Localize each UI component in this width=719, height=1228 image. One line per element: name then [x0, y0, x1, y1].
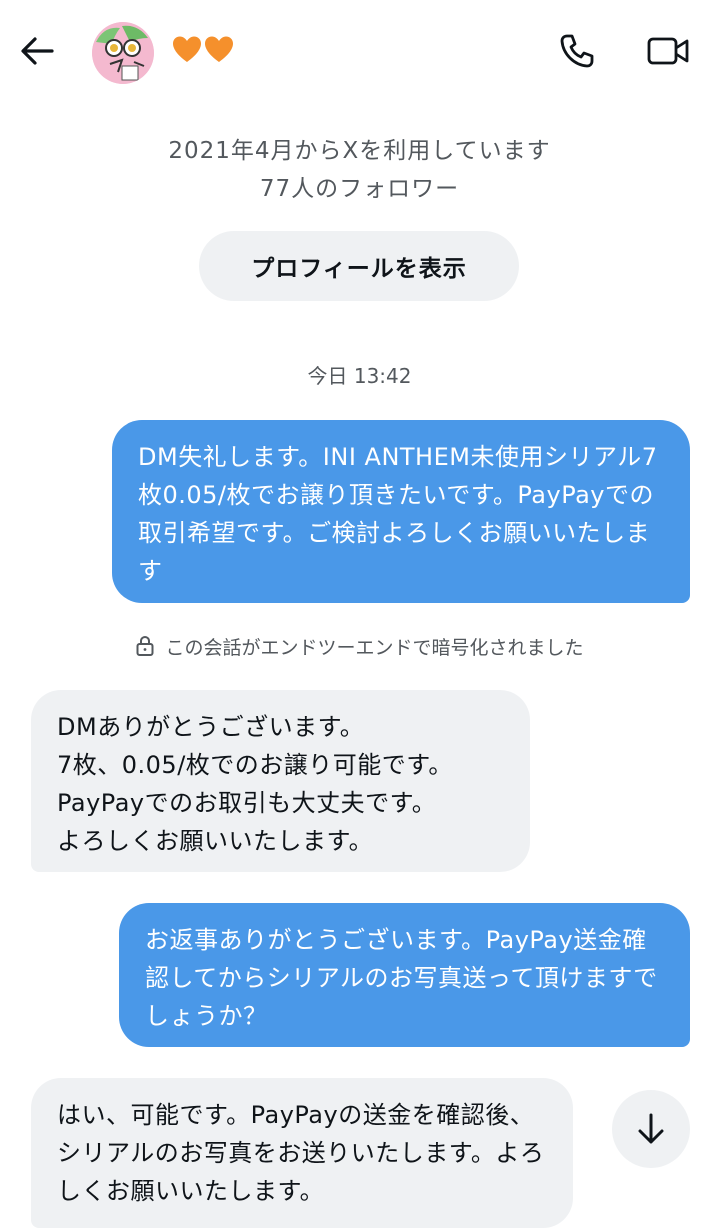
profile-avatar [92, 22, 154, 84]
profile-summary: 2021年4月からXを利用しています 77人のフォロワー [0, 132, 719, 208]
call-button[interactable] [552, 26, 602, 76]
message-timestamp: 今日 13:42 [307, 364, 412, 388]
video-call-button[interactable] [640, 26, 696, 76]
joined-date: 2021年4月からXを利用しています [168, 138, 551, 164]
orange-heart-icon [173, 36, 201, 62]
received-message[interactable]: DMありがとうございます。 7枚、0.05/枚でのお譲り可能です。 PayPay… [31, 690, 530, 872]
received-message[interactable]: はい、可能です。PayPayの送金を確認後、シリアルのお写真をお送りいたします。… [31, 1078, 573, 1228]
arrow-left-icon [21, 37, 54, 65]
back-button[interactable] [14, 28, 60, 74]
encryption-notice-text: この会話がエンドツーエンドで暗号化されました [165, 636, 584, 659]
video-camera-icon [647, 37, 689, 65]
phone-icon [560, 34, 594, 68]
hearts-emoji [172, 30, 234, 70]
lock-icon [136, 635, 154, 656]
sent-message[interactable]: お返事ありがとうございます。PayPay送金確認してからシリアルのお写真送って頂… [119, 903, 690, 1047]
arrow-down-icon [638, 1113, 664, 1144]
follower-count: 77人のフォロワー [259, 176, 460, 202]
view-profile-button[interactable]: プロフィールを表示 [199, 231, 519, 301]
orange-heart-icon [205, 36, 233, 62]
avatar[interactable] [92, 22, 154, 84]
encryption-notice: この会話がエンドツーエンドで暗号化されました [0, 630, 719, 662]
scroll-to-bottom-button[interactable] [612, 1090, 690, 1168]
sent-message[interactable]: DM失礼します。INI ANTHEM未使用シリアル7枚0.05/枚でお譲り頂きた… [112, 420, 690, 603]
conversation-header [0, 0, 719, 100]
